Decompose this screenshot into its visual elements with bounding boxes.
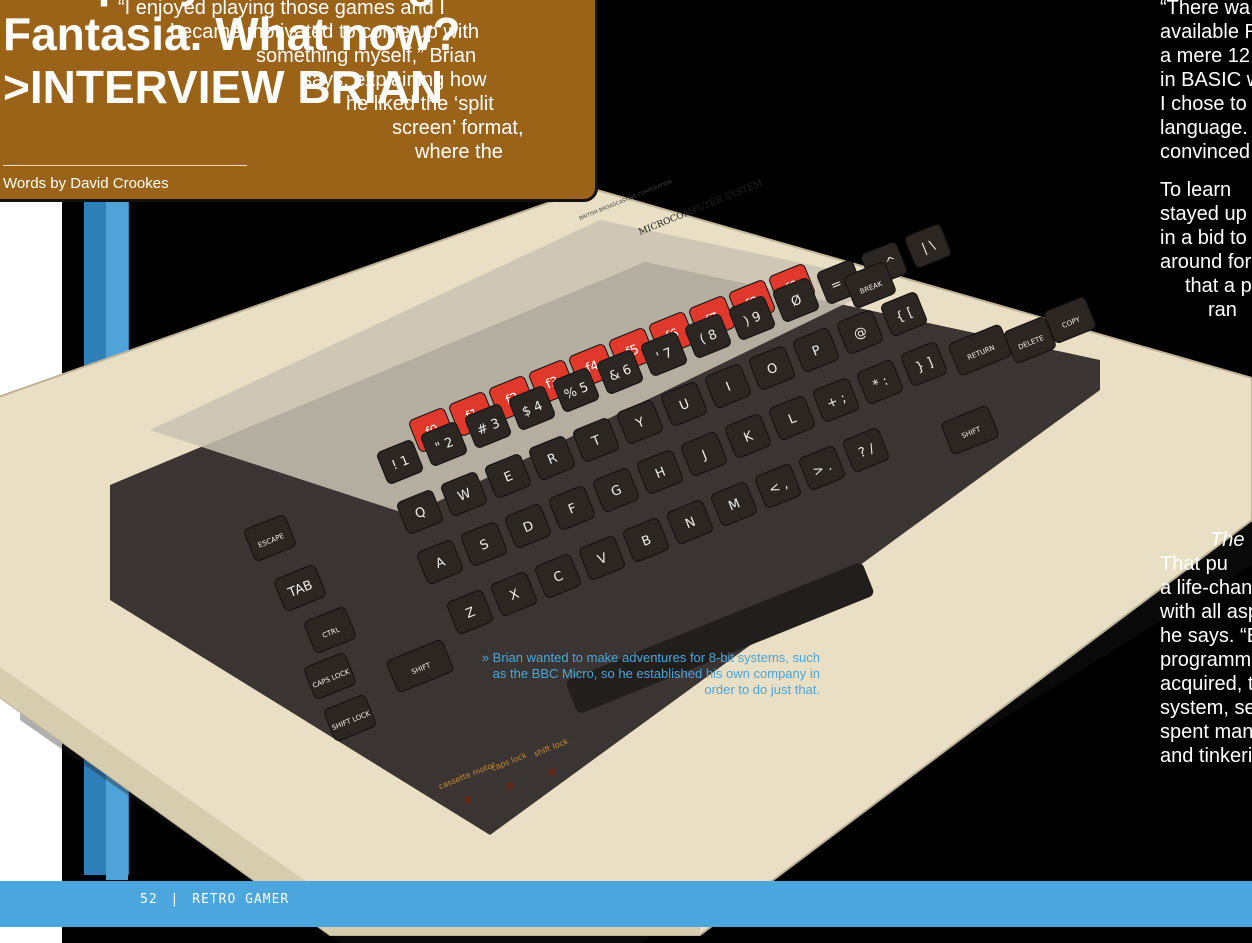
body-line: I chose to l: [1160, 93, 1252, 115]
body-line: says, explaining how: [302, 69, 487, 91]
body-line: ran: [1208, 299, 1237, 321]
magazine-page: f0f1f2f3f4f5f6f7f8f9! 1" 2# 3$ 4% 5& 6' …: [0, 0, 1252, 943]
footer-bar: [128, 881, 1252, 927]
body-line: something myself,” Brian: [256, 45, 477, 67]
body-line: in BASIC w: [1160, 69, 1252, 91]
body-line: “There wa: [1160, 0, 1251, 19]
body-line: convinced: [1160, 141, 1251, 163]
page-number: 52: [140, 892, 158, 907]
body-line: and tinkeri: [1160, 745, 1252, 767]
status-led: [548, 768, 556, 776]
body-line: a mere 12: [1160, 45, 1251, 67]
magazine-name: RETRO GAMER: [192, 892, 290, 907]
folio-separator: |: [170, 892, 180, 907]
body-line: programm: [1160, 649, 1252, 671]
body-line: in a bid to: [1160, 227, 1247, 249]
body-line: acquired, t: [1160, 673, 1252, 695]
body-line: system, se: [1160, 697, 1252, 719]
body-line: became motivated to come up with: [170, 21, 480, 43]
keyboard-key: | \: [905, 224, 951, 268]
body-line: screen’ format,: [392, 117, 524, 139]
byline: Words by David Crookes: [3, 175, 169, 192]
body-line: with all asp: [1160, 601, 1252, 623]
body-line: language. T: [1160, 117, 1252, 139]
body-line: stayed up: [1160, 203, 1247, 225]
body-line: The: [1210, 529, 1245, 551]
body-line: a life-chang: [1160, 577, 1252, 599]
body-line: That pu: [1160, 553, 1228, 575]
body-line: he liked the ‘split: [346, 93, 494, 115]
status-led: [506, 782, 514, 790]
body-line: he says. “E: [1160, 625, 1252, 647]
page-folio: 52 | RETRO GAMER: [140, 892, 289, 907]
body-line: that a p: [1185, 275, 1252, 297]
photo-caption: » Brian wanted to make adventures for 8-…: [481, 650, 820, 697]
body-line: around for: [1160, 251, 1252, 273]
status-led: [464, 796, 472, 804]
footer-bar-left: [0, 881, 128, 927]
byline-rule: [3, 165, 247, 166]
body-line: “I enjoyed playing those games and I: [118, 0, 445, 19]
body-line: spent man: [1160, 721, 1252, 743]
body-line: To learn: [1160, 179, 1232, 201]
body-line: available R: [1160, 21, 1252, 43]
body-line: where the: [415, 141, 503, 163]
